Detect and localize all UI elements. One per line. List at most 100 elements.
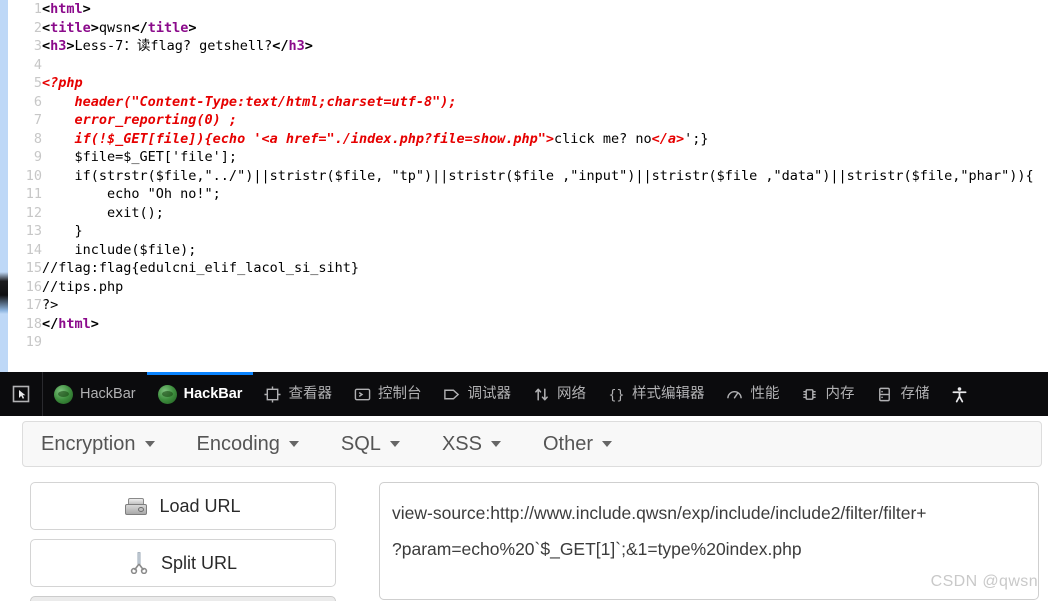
devtools-tab-label: 查看器 [288,385,332,402]
devtools-tab-网络[interactable]: 网络 [522,372,597,416]
code-line: 10 if(strstr($file,"../")||stristr($file… [8,167,1034,186]
code-token: </ [42,315,59,332]
line-number: 8 [33,130,42,147]
devtools-tab-样式编辑器[interactable]: {} 样式编辑器 [597,372,716,416]
code-line-content: <title>qwsn</title> [42,19,1034,38]
devtools-tab-内存[interactable]: 内存 [790,372,865,416]
code-token: </ [131,19,148,36]
code-line-content: </html> [42,315,1034,334]
page-scrollbar[interactable] [0,0,8,372]
hackbar-menu-xss[interactable]: XSS [442,433,501,456]
line-number: 5 [33,75,42,91]
code-token: } [42,223,83,239]
chevron-down-icon [389,441,400,447]
code-line: 14 include($file); [8,241,1034,260]
storage-icon [879,387,891,401]
firefox-icon [157,384,177,404]
inspector-icon [264,385,281,403]
code-token: < [42,1,51,17]
devtools-tab-label: 控制台 [377,385,422,402]
code-line-content: if(strstr($file,"../")||stristr($file, "… [42,167,1034,186]
code-line-content: } [42,222,1034,241]
load-url-label: Load URL [159,495,241,516]
hackbar-menu-label: Encryption [41,432,136,455]
debugger-icon [444,389,460,399]
line-number: 12 [25,204,42,221]
code-line-content: <?php [42,74,1034,93]
hackbar-menubar: Encryption Encoding SQL XSS Other [22,421,1042,467]
code-line: 18 </html> [8,315,1034,334]
code-line-content: //flag:flag{edulcni_elif_lacol_si_siht} [42,259,1034,278]
line-number: 1 [33,1,42,17]
code-line: 7 error_reporting(0) ; [8,111,1034,130]
devtools-tab-控制台[interactable]: 控制台 [343,372,433,416]
third-button-clipped[interactable] [30,596,336,601]
line-number: 2 [33,19,42,36]
line-number: 16 [25,278,42,295]
code-line-content: ?> [42,296,1034,315]
performance-icon [727,390,743,399]
devtools-tab-accessibility[interactable] [940,372,979,416]
code-line: 2 <title>qwsn</title> [8,19,1034,38]
code-line: 8 if(!$_GET[file]){echo '<a href="./inde… [8,130,1034,149]
code-line: 12 exit(); [8,204,1034,223]
line-number: 19 [25,334,42,350]
code-line-content: <h3>Less-7：读flag? getshell?</h3> [42,37,1034,56]
line-number: 11 [25,186,42,202]
hackbar-menu-label: Encoding [196,432,280,455]
console-icon [354,388,371,400]
devtools-tab-label: HackBar [183,385,243,402]
devtools-tab-HackBar[interactable]: HackBar [146,372,254,416]
code-token: if(strstr($file,"../")||stristr($file, "… [42,167,1034,184]
code-line: 5 <?php [8,74,1034,93]
line-number: 18 [25,315,42,332]
line-number: 7 [33,112,42,128]
code-token: error_reporting(0) ; [42,112,238,128]
code-line-content: header("Content-Type:text/html;charset=u… [42,93,1034,112]
element-picker-button[interactable] [0,372,43,416]
code-line: 17 ?> [8,296,1034,315]
code-token: ?> [42,297,59,313]
scissors-icon [130,552,148,574]
code-token: h3 [50,38,67,54]
line-number: 14 [25,241,42,258]
url-line-1: view-source:http://www.include.qwsn/exp/… [392,503,927,523]
hackbar-menu-encryption[interactable]: Encryption [41,433,155,456]
hackbar-menu-encoding[interactable]: Encoding [197,433,299,456]
devtools-tab-性能[interactable]: 性能 [715,372,790,416]
devtools-tab-调试器[interactable]: 调试器 [432,372,522,416]
code-line-content [42,333,1034,352]
code-token: </a> [651,130,685,147]
hackbar-menu-sql[interactable]: SQL [341,433,400,456]
code-token: > [90,315,99,332]
code-line: 6 header("Content-Type:text/html;charset… [8,93,1034,112]
hackbar-menu-label: SQL [340,432,381,455]
hackbar-menu-other[interactable]: Other [543,433,612,456]
code-line: 13 } [8,222,1034,241]
code-token: < [42,38,51,54]
code-token: echo "Oh no!"; [42,186,221,202]
devtools-tab-查看器[interactable]: 查看器 [253,372,343,416]
line-number: 9 [33,149,42,165]
code-token: $file=$_GET['file']; [42,149,238,165]
code-token: > [304,38,313,54]
page-scrollbar-thumb[interactable] [0,272,8,314]
devtools-toolbar: HackBar HackBar 查看器 控制台 调试器 网络 {} 样式编辑器 性能 内存 存储 [0,372,1048,416]
devtools-tab-label: 调试器 [467,385,511,402]
code-token: title [50,19,91,36]
hackbar-menu-label: Other [542,432,593,455]
load-url-button[interactable]: Load URL [30,482,336,530]
code-line: 4 [8,56,1034,75]
hackbar-button-column: Load URL Split URL [30,482,336,601]
accessibility-icon [952,386,967,402]
firefox-icon [54,384,73,404]
devtools-tab-存储[interactable]: 存储 [865,372,940,416]
code-line: 11 echo "Oh no!"; [8,185,1034,204]
line-number: 17 [25,297,42,313]
split-url-button[interactable]: Split URL [30,539,336,587]
split-url-label: Split URL [160,552,238,573]
code-token: //flag:flag{edulcni_elif_lacol_si_siht} [42,260,359,276]
url-line-2: ?param=echo%20`$_GET[1]`;&1=type%20index… [392,539,802,559]
element-picker-icon [12,385,30,403]
devtools-tab-HackBar[interactable]: HackBar [43,372,147,416]
